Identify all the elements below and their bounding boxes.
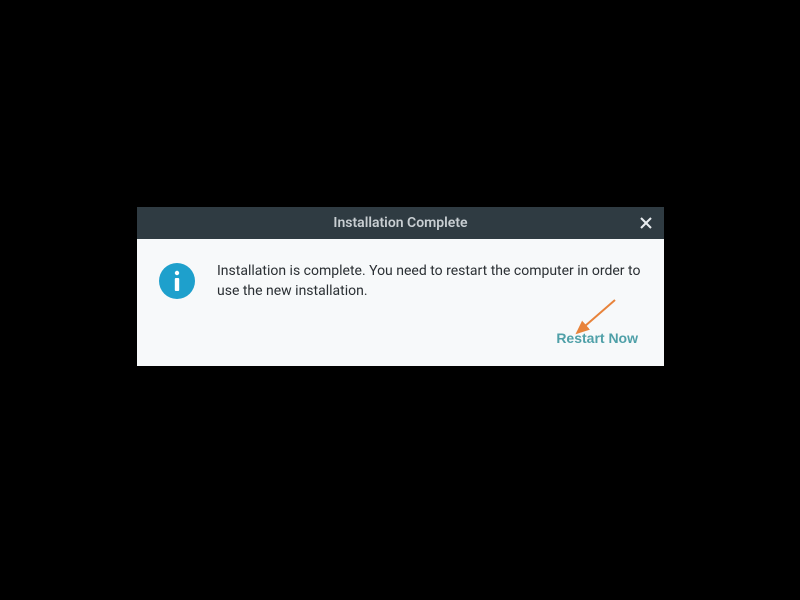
dialog-content: Installation is complete. You need to re… xyxy=(217,261,642,348)
dialog-body: Installation is complete. You need to re… xyxy=(137,239,664,366)
close-button[interactable] xyxy=(636,213,656,233)
dialog-title: Installation Complete xyxy=(333,215,467,231)
info-icon xyxy=(159,263,195,299)
installation-complete-dialog: Installation Complete Installation is co… xyxy=(137,207,664,366)
dialog-header: Installation Complete xyxy=(137,207,664,239)
dialog-message: Installation is complete. You need to re… xyxy=(217,261,642,302)
restart-now-button[interactable]: Restart Now xyxy=(552,328,642,348)
dialog-actions: Restart Now xyxy=(217,328,642,348)
close-icon xyxy=(640,217,652,229)
